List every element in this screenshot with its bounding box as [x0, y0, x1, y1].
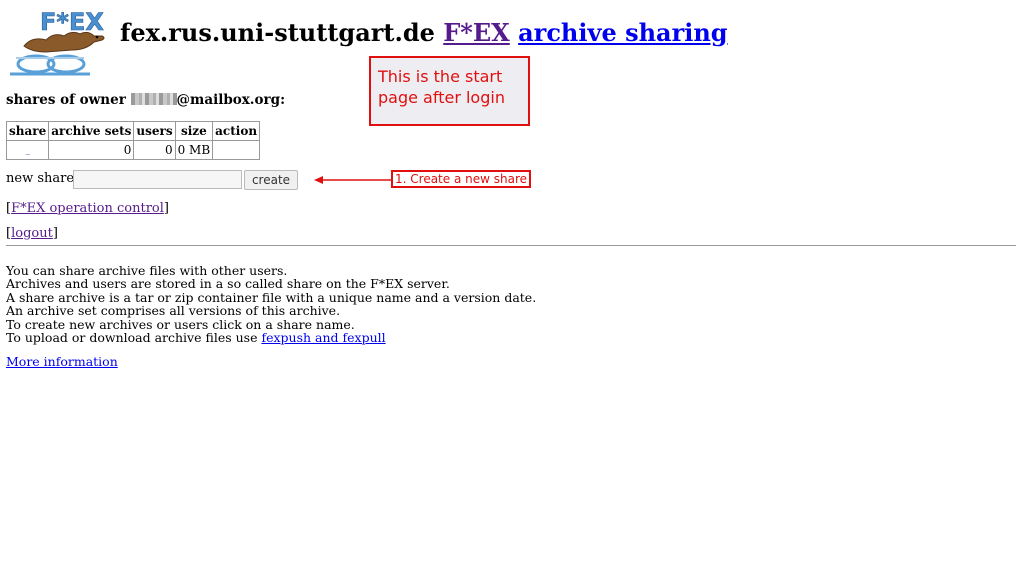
new-share-form: new share: create	[6, 170, 298, 190]
archive-sets-cell: 0	[48, 140, 135, 160]
table-header-row: share archive sets users size action	[5, 121, 261, 141]
info-line: To create new archives or users click on…	[6, 316, 355, 332]
operation-control-line: [F*EX operation control]	[6, 201, 169, 216]
create-share-annotation: 1. Create a new share	[391, 170, 531, 188]
fexpush-fexpull-link[interactable]: fexpush and fexpull	[261, 330, 385, 345]
more-information-line: More information	[6, 354, 118, 369]
size-cell: 0 MB	[174, 140, 214, 160]
info-line: A share archive is a tar or zip containe…	[6, 289, 537, 305]
redacted-username	[130, 93, 177, 105]
logout-line: [logout]	[6, 226, 58, 241]
create-button[interactable]: create	[244, 170, 298, 190]
bracket-close: ]	[163, 201, 169, 216]
info-line: Archives and users are stored in a so ca…	[6, 276, 450, 292]
col-size: size	[174, 121, 214, 141]
shares-table: share archive sets users size action _ 0…	[5, 121, 261, 160]
owner-heading: shares of owner @mailbox.org:	[6, 92, 285, 108]
archive-sharing-link[interactable]: archive sharing	[518, 18, 727, 47]
host-name: fex.rus.uni-stuttgart.de	[120, 18, 435, 47]
logo-text: F*EX	[40, 8, 104, 36]
new-share-input[interactable]	[73, 170, 242, 189]
fex-link[interactable]: F*EX	[443, 18, 510, 47]
info-line: You can share archive files with other u…	[6, 263, 288, 278]
info-line: An archive set comprises all versions of…	[6, 303, 341, 319]
action-cell	[212, 140, 261, 160]
col-share: share	[5, 121, 50, 141]
more-information-link[interactable]: More information	[6, 354, 118, 369]
annotation-arrow	[314, 176, 391, 184]
share-link[interactable]: _	[25, 145, 30, 155]
col-users: users	[133, 121, 176, 141]
separator	[6, 245, 1016, 246]
logout-link[interactable]: logout	[11, 226, 53, 241]
col-action: action	[212, 121, 261, 141]
users-cell: 0	[133, 140, 176, 160]
owner-prefix: shares of owner	[6, 92, 126, 108]
page-title: fex.rus.uni-stuttgart.de F*EX archive sh…	[120, 18, 728, 47]
start-page-note: This is the start page after login	[369, 56, 530, 126]
bracket-close: ]	[52, 226, 58, 241]
fex-logo: F*EX	[6, 6, 116, 78]
operation-control-link[interactable]: F*EX operation control	[11, 201, 164, 216]
share-cell: _	[5, 140, 50, 160]
table-row: _ 0 0 0 MB	[5, 140, 261, 160]
info-line: To upload or download archive files use …	[6, 331, 536, 344]
owner-suffix: @mailbox.org:	[176, 92, 286, 108]
new-share-label: new share:	[6, 171, 79, 186]
col-archive-sets: archive sets	[48, 121, 135, 141]
info-text: You can share archive files with other u…	[6, 263, 537, 345]
info-last-prefix: To upload or download archive files use	[6, 330, 262, 346]
